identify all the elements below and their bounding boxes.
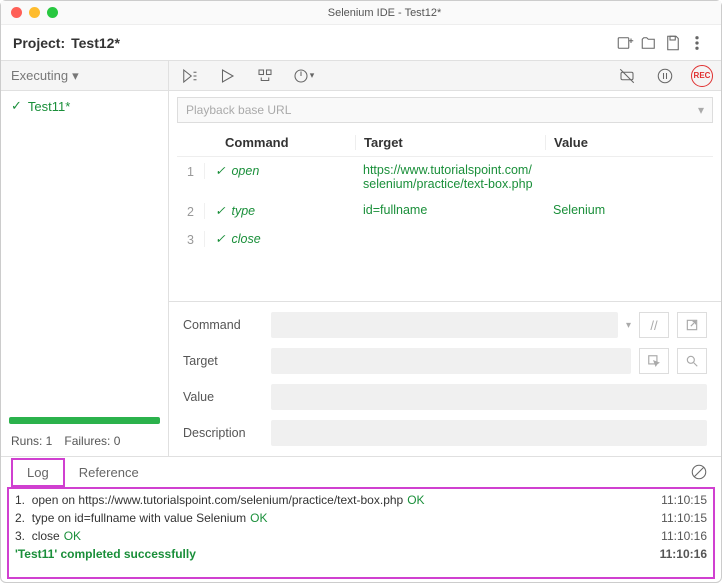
project-bar: Project: Test12* [1,25,721,61]
find-target-button[interactable] [677,348,707,374]
log-tabs: Log Reference [1,457,721,487]
description-field[interactable] [271,420,707,446]
run-all-button[interactable] [177,64,201,88]
speed-button[interactable]: ▾ [291,64,315,88]
value-field[interactable] [271,384,707,410]
window-title: Selenium IDE - Test12* [58,7,711,19]
table-header: Command Target Value [177,129,713,157]
test-name: Test11* [28,99,70,114]
row-number: 3 [177,231,205,247]
table-row[interactable]: 2 ✓ type id=fullname Selenium [177,197,713,225]
run-current-button[interactable] [215,64,239,88]
save-project-button[interactable] [661,31,685,55]
check-icon: ✓ [11,98,22,114]
new-project-button[interactable] [613,31,637,55]
command-table: Command Target Value 1 ✓ open https://www… [169,129,721,253]
toggle-comment-button[interactable]: // [639,312,669,338]
cmd-name: close [231,232,260,246]
chevron-down-icon[interactable]: ▾ [626,320,631,331]
select-target-button[interactable] [639,348,669,374]
zoom-window-icon[interactable] [47,7,58,18]
log-time: 11:10:15 [661,511,707,525]
log-success-line: 'Test11' completed successfully 11:10:16 [15,545,707,563]
header-value: Value [545,135,713,150]
project-name[interactable]: Test12* [71,35,120,51]
sidebar: Executing ▾ ✓ Test11* Runs: 1 Failures: … [1,61,169,456]
test-list: ✓ Test11* [1,91,168,417]
command-field[interactable] [271,312,618,338]
log-body: 1. open on https://www.tutorialspoint.co… [7,487,715,579]
table-row[interactable]: 1 ✓ open https://www.tutorialspoint.com/s… [177,157,713,197]
test-item[interactable]: ✓ Test11* [1,91,168,121]
log-time: 11:10:15 [661,493,707,507]
executing-label: Executing [11,68,68,83]
row-number: 2 [177,203,205,219]
open-project-button[interactable] [637,31,661,55]
log-time: 11:10:16 [661,529,707,543]
tab-reference[interactable]: Reference [65,460,153,485]
chevron-down-icon: ▾ [698,103,704,117]
minimize-window-icon[interactable] [29,7,40,18]
cmd-target: id=fullname [355,203,545,217]
target-field-label: Target [183,354,263,368]
cmd-name: open [231,164,259,178]
log-time: 11:10:16 [660,547,707,561]
close-window-icon[interactable] [11,7,22,18]
row-number: 1 [177,163,205,179]
check-icon: ✓ [215,231,225,246]
pause-button[interactable] [653,64,677,88]
progress-bar [9,417,160,424]
description-field-label: Description [183,426,263,440]
run-stats: Runs: 1 Failures: 0 [1,430,168,456]
failures-count: Failures: 0 [64,434,120,448]
titlebar: Selenium IDE - Test12* [1,1,721,25]
main-pane: ▾ REC Playback base URL ▾ Command Target… [169,61,721,456]
toolbar: ▾ REC [169,61,721,91]
disable-breakpoints-button[interactable] [615,64,639,88]
check-icon: ✓ [215,203,225,218]
header-command: Command [205,135,355,150]
log-line: 1. open on https://www.tutorialspoint.co… [15,491,707,509]
header-target: Target [355,135,545,150]
check-icon: ✓ [215,163,225,178]
cmd-name: type [231,204,255,218]
project-label: Project: [13,35,65,51]
log-section: Log Reference 1. open on https://www.tut… [1,456,721,579]
cmd-target: https://www.tutorialspoint.com/selenium/… [355,163,545,191]
tab-log[interactable]: Log [11,458,65,487]
table-row[interactable]: 3 ✓ close [177,225,713,253]
log-line: 3. closeOK 11:10:16 [15,527,707,545]
value-field-label: Value [183,390,263,404]
step-button[interactable] [253,64,277,88]
more-menu-button[interactable] [685,31,709,55]
window-controls [11,7,58,18]
runs-count: Runs: 1 [11,434,52,448]
base-url-input[interactable]: Playback base URL ▾ [177,97,713,123]
record-button[interactable]: REC [691,65,713,87]
chevron-down-icon: ▾ [72,68,79,84]
url-placeholder: Playback base URL [186,103,291,117]
clear-log-button[interactable] [687,460,711,484]
cmd-value: Selenium [545,203,713,217]
open-new-window-button[interactable] [677,312,707,338]
target-field[interactable] [271,348,631,374]
command-editor: Command ▾ // Target Value Description [169,301,721,456]
log-line: 2. type on id=fullname with value Seleni… [15,509,707,527]
executing-dropdown[interactable]: Executing ▾ [1,61,168,91]
command-field-label: Command [183,318,263,332]
